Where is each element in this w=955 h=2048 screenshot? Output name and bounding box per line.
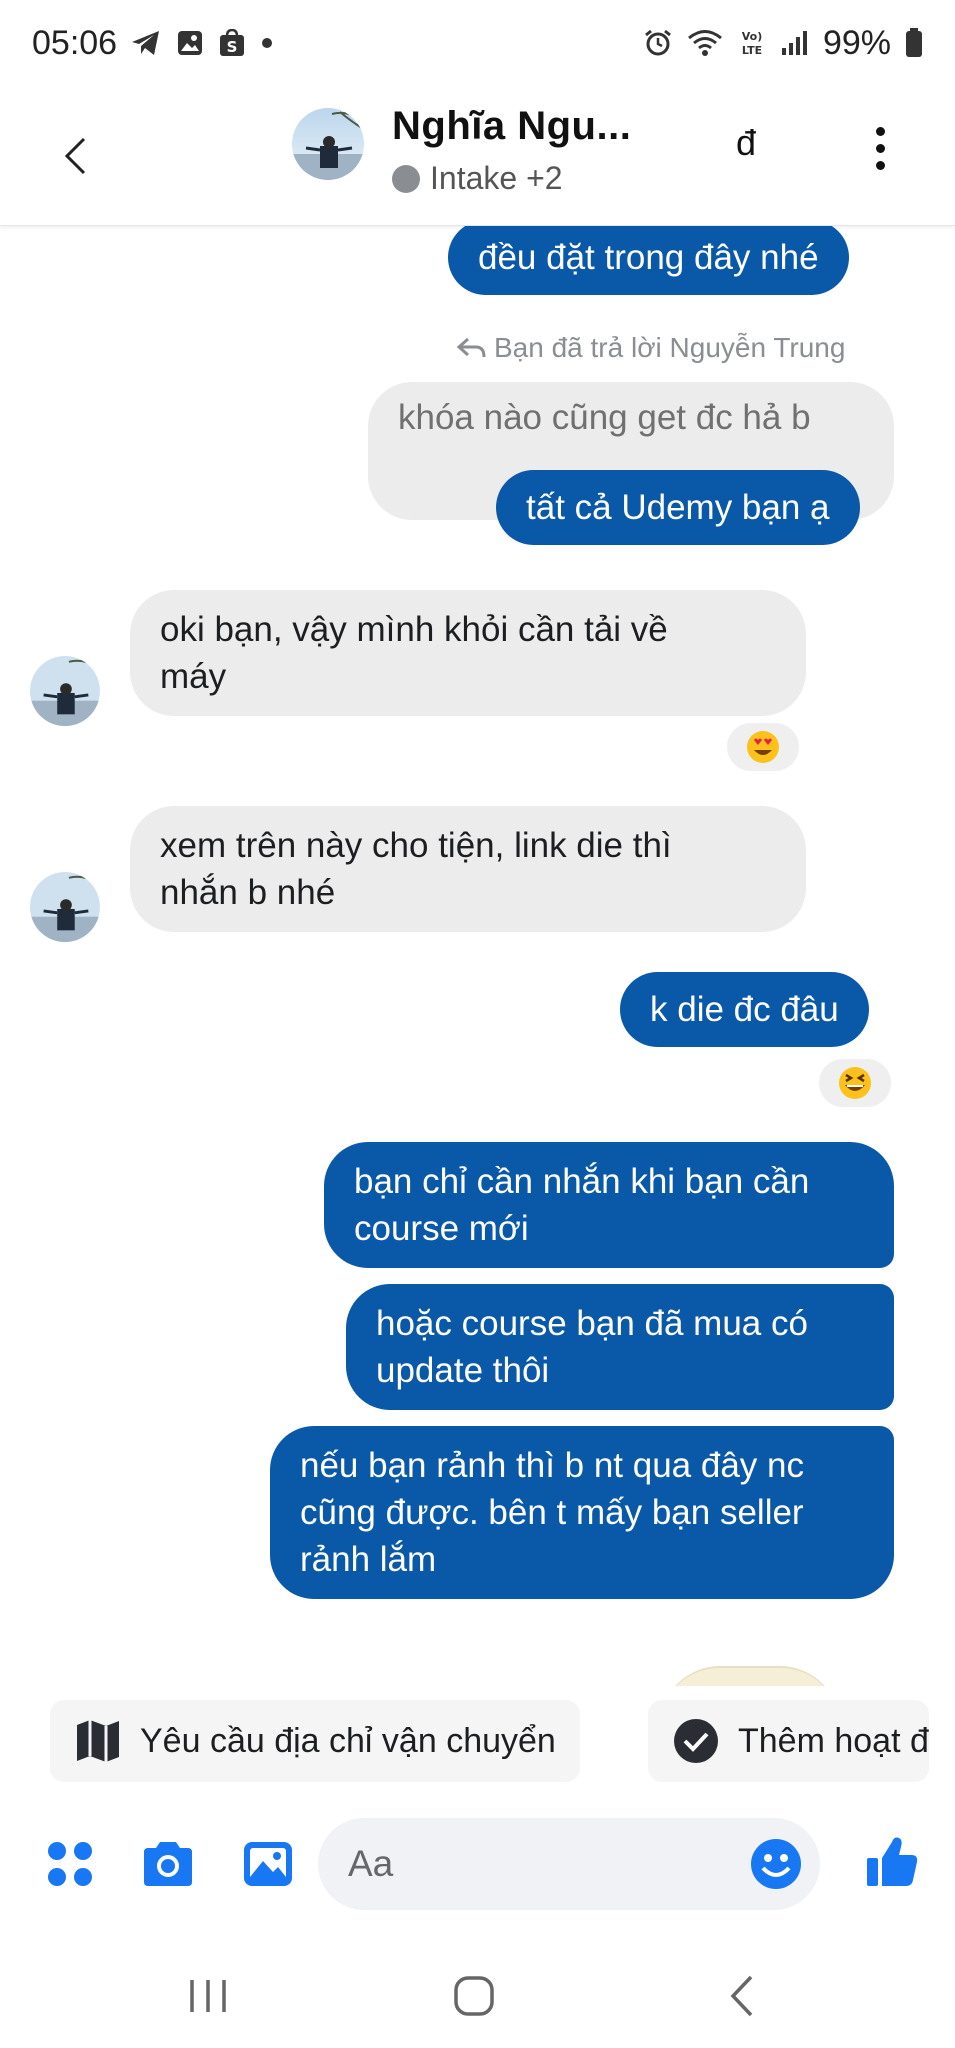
back-arrow-icon xyxy=(64,137,86,175)
reply-indicator: Bạn đã trả lời Nguyễn Trung xyxy=(456,332,845,364)
presence-dot xyxy=(392,164,420,193)
avatar-image xyxy=(292,108,364,180)
back-chevron-icon xyxy=(730,1975,753,2017)
message-bubble-outgoing[interactable]: hoặc course bạn đã mua có update thôi xyxy=(346,1284,894,1410)
system-back-button[interactable] xyxy=(712,1966,772,2026)
chip-label: Thêm hoạt đ xyxy=(738,1721,929,1760)
message-bubble-incoming[interactable]: xem trên này cho tiện, link die thì nhắn… xyxy=(130,806,806,932)
grin-squint-emoji-icon xyxy=(839,1067,871,1099)
messenger-chat-screen: 05:06 S Vo) LTE 99% Nghĩa Ngu... Intake … xyxy=(0,0,955,2048)
message-thread[interactable]: đều đặt trong đây nhé Bạn đã trả lời Ngu… xyxy=(0,226,955,1686)
message-bubble-outgoing[interactable]: tất cả Udemy bạn ạ xyxy=(496,470,860,545)
add-activity-chip[interactable]: Thêm hoạt đ xyxy=(648,1700,929,1782)
camera-button[interactable] xyxy=(140,1836,196,1892)
svg-text:S: S xyxy=(227,38,238,56)
apps-button[interactable] xyxy=(42,1836,98,1892)
gallery-notification-icon xyxy=(177,30,203,56)
map-icon xyxy=(77,1720,119,1762)
sender-avatar[interactable] xyxy=(30,656,100,726)
back-button[interactable] xyxy=(50,126,100,186)
message-bubble-outgoing[interactable]: k die đc đâu xyxy=(620,972,869,1047)
contact-subtitle[interactable]: Intake +2 xyxy=(392,160,563,197)
reply-label-text: Bạn đã trả lời Nguyễn Trung xyxy=(494,332,846,363)
heart-eyes-emoji-icon xyxy=(747,731,779,763)
volte-icon: Vo) LTE xyxy=(737,28,767,58)
recent-apps-button[interactable] xyxy=(178,1966,238,2026)
alarm-icon xyxy=(643,28,673,58)
subtitle-text: Intake +2 xyxy=(430,160,563,196)
emoji-icon xyxy=(751,1839,801,1889)
message-bubble-incoming[interactable]: oki bạn, vậy mình khỏi cần tải về máy xyxy=(130,590,806,716)
request-shipping-address-chip[interactable]: Yêu cầu địa chỉ vận chuyển xyxy=(50,1700,580,1782)
sender-avatar[interactable] xyxy=(30,872,100,942)
status-time: 05:06 xyxy=(32,23,118,62)
message-bubble-outgoing[interactable]: đều đặt trong đây nhé xyxy=(448,226,849,295)
typing-indicator-peek xyxy=(660,1666,840,1686)
camera-icon xyxy=(144,1842,192,1886)
avatar-image xyxy=(30,872,100,942)
battery-percentage: 99% xyxy=(822,23,891,62)
reply-arrow-icon xyxy=(456,337,486,358)
more-vertical-icon xyxy=(875,126,885,136)
chat-header: Nghĩa Ngu... Intake +2 đ xyxy=(0,86,955,226)
message-bubble-outgoing[interactable]: bạn chỉ cần nhắn khi bạn cần course mới xyxy=(324,1142,894,1268)
wifi-icon xyxy=(687,29,723,57)
apps-grid-icon xyxy=(48,1842,92,1886)
battery-icon xyxy=(905,28,923,58)
avatar[interactable] xyxy=(292,108,364,180)
message-input-container[interactable] xyxy=(318,1818,820,1910)
status-bar: 05:06 S Vo) LTE 99% xyxy=(0,0,955,86)
message-composer xyxy=(0,1814,955,1914)
message-bubble-outgoing[interactable]: nếu bạn rảnh thì b nt qua đây nc cũng đư… xyxy=(270,1426,894,1599)
check-circle-icon xyxy=(674,1719,718,1763)
shopee-icon: S xyxy=(219,29,245,57)
like-button[interactable] xyxy=(862,1832,922,1892)
thumbs-up-icon xyxy=(867,1837,918,1886)
svg-text:LTE: LTE xyxy=(742,44,762,57)
home-button[interactable] xyxy=(444,1966,504,2026)
home-icon xyxy=(454,1976,494,2016)
system-navigation-bar xyxy=(0,1940,955,2048)
chip-label: Yêu cầu địa chỉ vận chuyển xyxy=(140,1721,556,1760)
message-input[interactable] xyxy=(348,1843,728,1885)
more-options-button[interactable] xyxy=(862,118,898,178)
currency-button[interactable]: đ xyxy=(736,122,756,164)
contact-name[interactable]: Nghĩa Ngu... xyxy=(392,104,631,149)
reaction-heart-eyes[interactable] xyxy=(724,720,802,774)
reaction-grin-squint[interactable] xyxy=(816,1056,894,1110)
avatar-image xyxy=(30,656,100,726)
notification-dot-icon xyxy=(261,37,273,49)
quick-actions-bar: Yêu cầu địa chỉ vận chuyển Thêm hoạt đ xyxy=(0,1700,955,1784)
emoji-button[interactable] xyxy=(748,1836,804,1892)
gallery-icon xyxy=(244,1842,292,1886)
gallery-button[interactable] xyxy=(240,1836,296,1892)
telegram-icon xyxy=(131,30,161,56)
recent-apps-icon xyxy=(190,1980,226,2012)
signal-icon xyxy=(781,30,809,56)
svg-text:Vo): Vo) xyxy=(742,30,763,43)
